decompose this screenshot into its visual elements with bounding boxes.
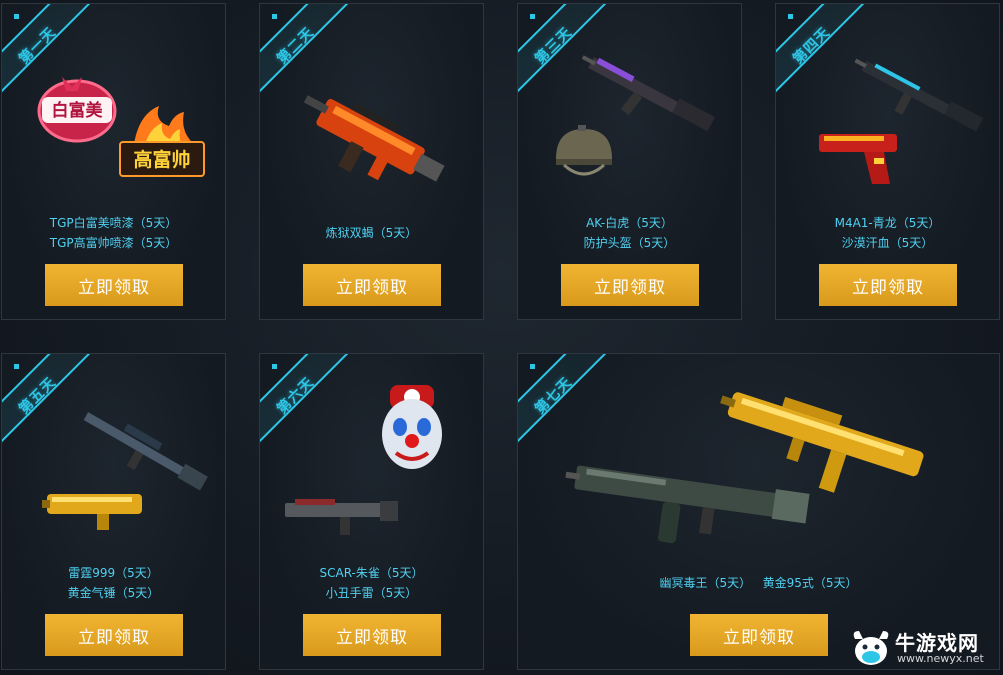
- day-label: 第六天: [274, 374, 318, 418]
- claim-button[interactable]: 立即领取: [45, 264, 183, 306]
- bai-fu-mei-spray-icon: 白富美: [37, 77, 117, 143]
- day-label: 第一天: [16, 24, 60, 68]
- prize-line-1: SCAR-朱雀（5天）: [319, 566, 424, 580]
- prize-line-1: 雷霆999（5天）: [68, 566, 159, 580]
- reward-card-day-6: 第六天 SCAR-朱雀（5天） 小丑手雷（5天） 立即领取: [259, 353, 484, 670]
- gao-fu-shuai-spray-icon: 高富帅: [119, 106, 205, 177]
- day-label: 第五天: [16, 374, 60, 418]
- claim-button[interactable]: 立即领取: [690, 614, 828, 656]
- machine-gun-icon: [565, 465, 810, 544]
- prize-line-2: 黄金气锤（5天）: [67, 586, 160, 600]
- claim-button[interactable]: 立即领取: [303, 614, 441, 656]
- prize-line-1: M4A1-青龙（5天）: [834, 216, 941, 230]
- reward-card-day-7: 第七天 幽冥毒王（5天） 黄金95式（5天） 立即领取: [517, 353, 1000, 670]
- claim-button[interactable]: 立即领取: [819, 264, 957, 306]
- pistol-icon: [819, 134, 897, 184]
- gold-shotgun-icon: [42, 494, 142, 530]
- day-label: 第二天: [274, 24, 318, 68]
- clown-grenade-icon: [382, 385, 442, 469]
- reward-card-day-2: 第二天 炼狱双蝎（5天） 立即领取: [259, 3, 484, 320]
- prize-line-1: 幽冥毒王（5天） 黄金95式（5天）: [659, 576, 858, 590]
- reward-card-day-1: 第一天 白富美 高富帅 TGP白富美喷漆（5天） TGP高富帅喷漆（5天） 立即…: [1, 3, 226, 320]
- prize-line-1: AK-白虎（5天）: [586, 216, 673, 230]
- reward-card-day-3: 第三天 AK-白虎（5天） 防护头盔（5天） 立即领取: [517, 3, 742, 320]
- prize-line-2: 防护头盔（5天）: [583, 236, 676, 250]
- helmet-icon: [556, 125, 612, 176]
- day-label: 第四天: [790, 24, 834, 68]
- prize-line-2: 小丑手雷（5天）: [325, 586, 418, 600]
- prize-line-1: TGP白富美喷漆（5天）: [49, 216, 178, 230]
- smg-icon: [303, 95, 445, 182]
- prize-line-2: 沙漠汗血（5天）: [841, 236, 934, 250]
- svg-text:高富帅: 高富帅: [133, 148, 190, 171]
- svg-text:白富美: 白富美: [52, 100, 104, 121]
- claim-button[interactable]: 立即领取: [45, 614, 183, 656]
- sniper-rifle-icon: [83, 412, 208, 491]
- day-label: 第三天: [532, 24, 576, 68]
- rifle-icon: [285, 499, 398, 535]
- reward-card-day-5: 第五天 雷霆999（5天） 黄金气锤（5天） 立即领取: [1, 353, 226, 670]
- prize-line-2: TGP高富帅喷漆（5天）: [49, 236, 178, 250]
- prize-line-1: 炼狱双蝎（5天）: [325, 226, 418, 240]
- site-watermark: 牛游戏网 www.newyx.net: [849, 625, 999, 671]
- day-label: 第七天: [532, 374, 576, 418]
- claim-button[interactable]: 立即领取: [303, 264, 441, 306]
- claim-button[interactable]: 立即领取: [561, 264, 699, 306]
- reward-card-day-4: 第四天 M4A1-青龙（5天） 沙漠汗血（5天） 立即领取: [775, 3, 1000, 320]
- watermark-url: www.newyx.net: [897, 652, 984, 665]
- cow-logo-icon: [853, 631, 889, 665]
